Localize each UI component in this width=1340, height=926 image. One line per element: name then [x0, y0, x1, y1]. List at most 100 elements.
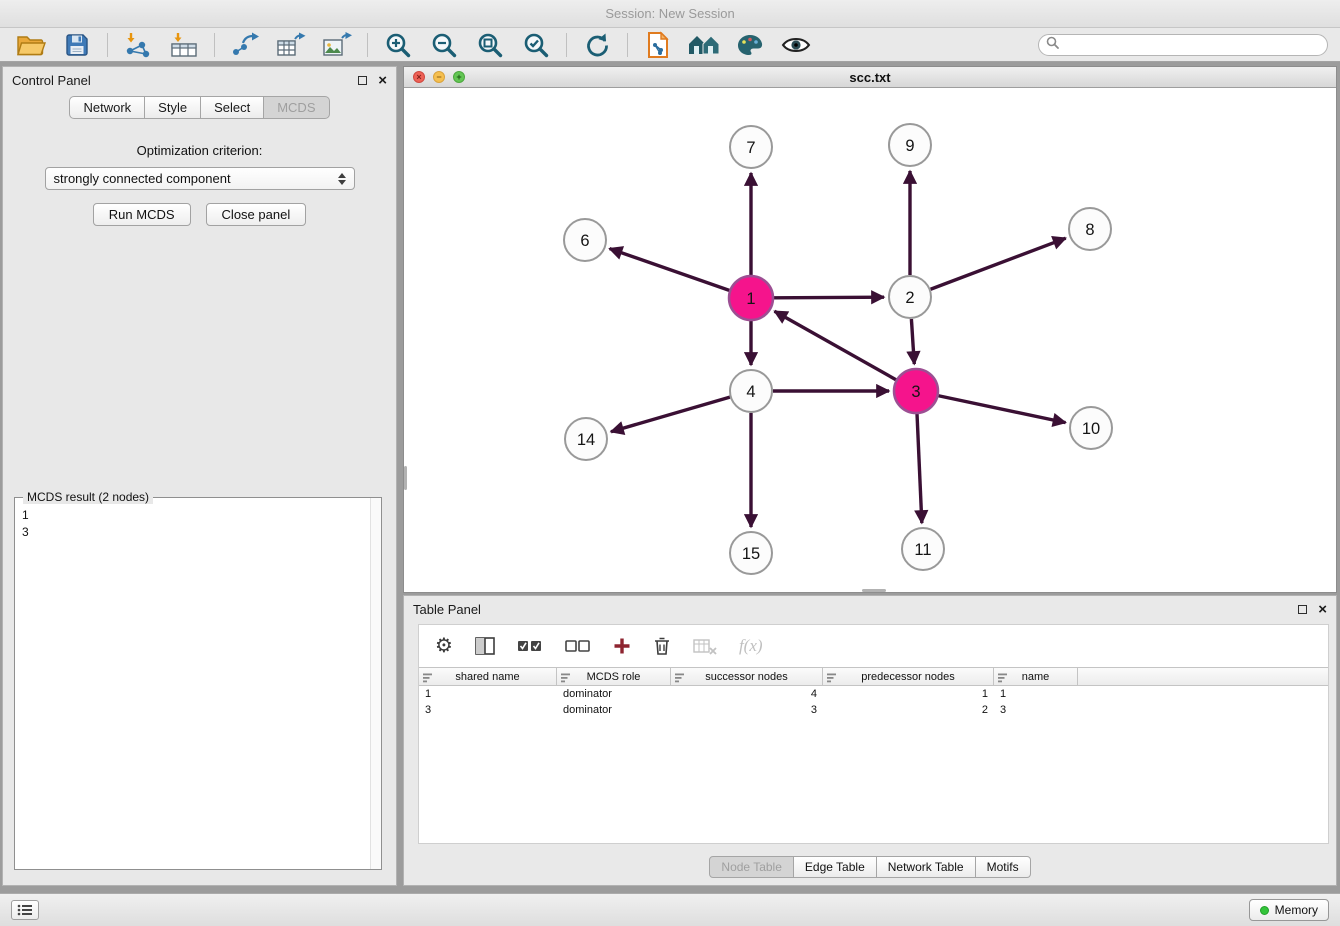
cell-shared-name[interactable]: 3: [419, 704, 557, 716]
search-input[interactable]: [1064, 38, 1320, 52]
column-header-shared-name[interactable]: shared name: [419, 668, 557, 685]
cell-successor-nodes[interactable]: 3: [671, 704, 823, 716]
graph-edge-3-1[interactable]: [775, 311, 896, 379]
float-window-icon[interactable]: [358, 76, 367, 85]
column-header-successor-nodes[interactable]: successor nodes: [671, 668, 823, 685]
vertical-scrollbar-thumb[interactable]: [404, 466, 407, 490]
zoom-fit-icon[interactable]: [469, 30, 511, 60]
export-network-icon[interactable]: [224, 30, 266, 60]
graph-node-10[interactable]: 10: [1070, 407, 1112, 449]
graph-edge-3-11[interactable]: [917, 414, 922, 523]
column-header-name[interactable]: name: [994, 668, 1078, 685]
horizontal-scrollbar-thumb[interactable]: [862, 589, 886, 592]
graph-node-14[interactable]: 14: [565, 418, 607, 460]
cell-name[interactable]: 1: [994, 688, 1078, 700]
close-panel-icon[interactable]: ×: [1318, 602, 1327, 617]
table-tab-network-table[interactable]: Network Table: [877, 856, 976, 878]
task-history-button[interactable]: [11, 900, 39, 920]
export-image-icon[interactable]: [316, 30, 358, 60]
graph-node-4[interactable]: 4: [730, 370, 772, 412]
control-tab-style[interactable]: Style: [145, 96, 201, 119]
sort-icon[interactable]: [998, 673, 1008, 683]
table-tab-motifs[interactable]: Motifs: [976, 856, 1031, 878]
table-tab-node-table[interactable]: Node Table: [709, 856, 794, 878]
svg-text:15: 15: [742, 545, 760, 563]
cell-successor-nodes[interactable]: 4: [671, 688, 823, 700]
sort-icon[interactable]: [561, 673, 571, 683]
graph-edge-2-8[interactable]: [931, 238, 1066, 289]
cell-predecessor-nodes[interactable]: 1: [823, 688, 994, 700]
graph-node-6[interactable]: 6: [564, 219, 606, 261]
column-header-predecessor-nodes[interactable]: predecessor nodes: [823, 668, 994, 685]
result-scrollbar[interactable]: [370, 498, 381, 869]
apply-style-icon[interactable]: [729, 30, 771, 60]
table-panel: Table Panel × ⚙ f(x): [403, 595, 1337, 886]
run-mcds-button[interactable]: Run MCDS: [93, 203, 191, 226]
deselect-all-icon[interactable]: [565, 638, 591, 654]
sort-icon[interactable]: [827, 673, 837, 683]
zoom-selected-icon[interactable]: [515, 30, 557, 60]
graph-edge-3-10[interactable]: [939, 396, 1066, 423]
graph-node-11[interactable]: 11: [902, 528, 944, 570]
function-builder-icon: f(x): [739, 636, 763, 656]
cell-mcds-role[interactable]: dominator: [557, 704, 671, 716]
column-header-mcds-role[interactable]: MCDS role: [557, 668, 671, 685]
svg-text:3: 3: [911, 383, 920, 401]
sort-icon[interactable]: [423, 673, 433, 683]
memory-button[interactable]: Memory: [1249, 899, 1329, 921]
sort-icon[interactable]: [675, 673, 685, 683]
criterion-dropdown[interactable]: strongly connected component: [45, 167, 355, 190]
refresh-view-icon[interactable]: [576, 30, 618, 60]
graph-node-1[interactable]: 1: [729, 276, 773, 320]
show-columns-icon[interactable]: [475, 637, 495, 655]
table-toolbar: ⚙ f(x): [419, 625, 1328, 667]
close-panel-button[interactable]: Close panel: [206, 203, 307, 226]
graph-node-8[interactable]: 8: [1069, 208, 1111, 250]
graph-edge-4-14[interactable]: [611, 397, 730, 432]
graph-edge-1-6[interactable]: [610, 249, 730, 291]
graph-node-15[interactable]: 15: [730, 532, 772, 574]
svg-text:1: 1: [746, 290, 755, 308]
control-tab-select[interactable]: Select: [201, 96, 264, 119]
clone-network-icon[interactable]: [637, 30, 679, 60]
mcds-result-title: MCDS result (2 nodes): [23, 490, 153, 504]
select-all-icon[interactable]: [517, 638, 543, 654]
control-tab-network[interactable]: Network: [69, 96, 145, 119]
cell-predecessor-nodes[interactable]: 2: [823, 704, 994, 716]
cell-name[interactable]: 3: [994, 704, 1078, 716]
network-canvas[interactable]: 7 9 6 8 1 2 4 3 14 10 15 11: [404, 88, 1336, 592]
graph-node-2[interactable]: 2: [889, 276, 931, 318]
zoom-window-icon[interactable]: +: [453, 71, 465, 83]
svg-text:14: 14: [577, 431, 595, 449]
graph-edge-1-2[interactable]: [774, 297, 884, 298]
graph-node-3[interactable]: 3: [894, 369, 938, 413]
cell-mcds-role[interactable]: dominator: [557, 688, 671, 700]
import-network-icon[interactable]: [117, 30, 159, 60]
control-tab-mcds[interactable]: MCDS: [264, 96, 329, 119]
home-view-icon[interactable]: [683, 30, 725, 60]
graph-edge-2-3[interactable]: [911, 319, 914, 364]
mcds-result-list: 13: [15, 498, 381, 541]
zoom-out-icon[interactable]: [423, 30, 465, 60]
float-window-icon[interactable]: [1298, 605, 1307, 614]
cell-shared-name[interactable]: 1: [419, 688, 557, 700]
export-table-icon[interactable]: [270, 30, 312, 60]
table-row[interactable]: 1dominator411: [419, 686, 1328, 702]
add-entry-icon[interactable]: [613, 637, 631, 655]
delete-entry-icon[interactable]: [653, 636, 671, 656]
close-window-icon[interactable]: ×: [413, 71, 425, 83]
open-session-icon[interactable]: [10, 30, 52, 60]
table-tab-edge-table[interactable]: Edge Table: [794, 856, 877, 878]
save-session-icon[interactable]: [56, 30, 98, 60]
import-table-icon[interactable]: [163, 30, 205, 60]
close-panel-icon[interactable]: ×: [378, 73, 387, 88]
graph-node-7[interactable]: 7: [730, 126, 772, 168]
mcds-result-value: 1: [22, 507, 381, 524]
table-options-icon[interactable]: ⚙: [435, 636, 453, 656]
zoom-in-icon[interactable]: [377, 30, 419, 60]
minimize-window-icon[interactable]: −: [433, 71, 445, 83]
table-row[interactable]: 3dominator323: [419, 702, 1328, 718]
search-box[interactable]: [1038, 34, 1328, 56]
graph-node-9[interactable]: 9: [889, 124, 931, 166]
show-hide-panel-icon[interactable]: [775, 30, 817, 60]
